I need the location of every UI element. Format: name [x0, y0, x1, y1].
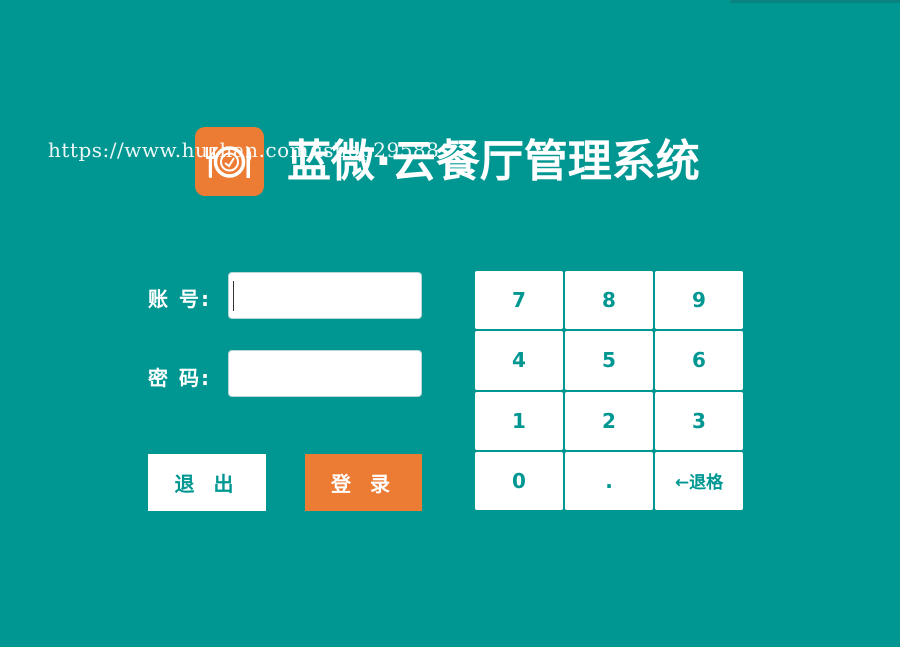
key-dot[interactable]: . — [565, 451, 653, 510]
key-8[interactable]: 8 — [565, 271, 653, 330]
key-9[interactable]: 9 — [655, 271, 743, 330]
numeric-keypad: 7 8 9 4 5 6 1 2 3 0 . ←退格 — [475, 271, 743, 510]
key-2[interactable]: 2 — [565, 391, 653, 450]
key-1[interactable]: 1 — [475, 391, 563, 450]
key-6[interactable]: 6 — [655, 331, 743, 390]
key-7[interactable]: 7 — [475, 271, 563, 330]
account-input[interactable] — [228, 272, 422, 319]
text-caret — [233, 281, 234, 311]
exit-button[interactable]: 退 出 — [148, 454, 266, 511]
backspace-key[interactable]: ←退格 — [655, 451, 743, 510]
watermark-url: https://www.huzhan.com/ishop29588 — [48, 138, 440, 162]
password-label: 密 码: — [148, 366, 211, 390]
key-0[interactable]: 0 — [475, 451, 563, 510]
key-3[interactable]: 3 — [655, 391, 743, 450]
login-button[interactable]: 登 录 — [305, 454, 422, 511]
key-4[interactable]: 4 — [475, 331, 563, 390]
password-input[interactable] — [228, 350, 422, 397]
account-label: 账 号: — [148, 287, 211, 311]
key-5[interactable]: 5 — [565, 331, 653, 390]
top-divider — [730, 0, 900, 3]
